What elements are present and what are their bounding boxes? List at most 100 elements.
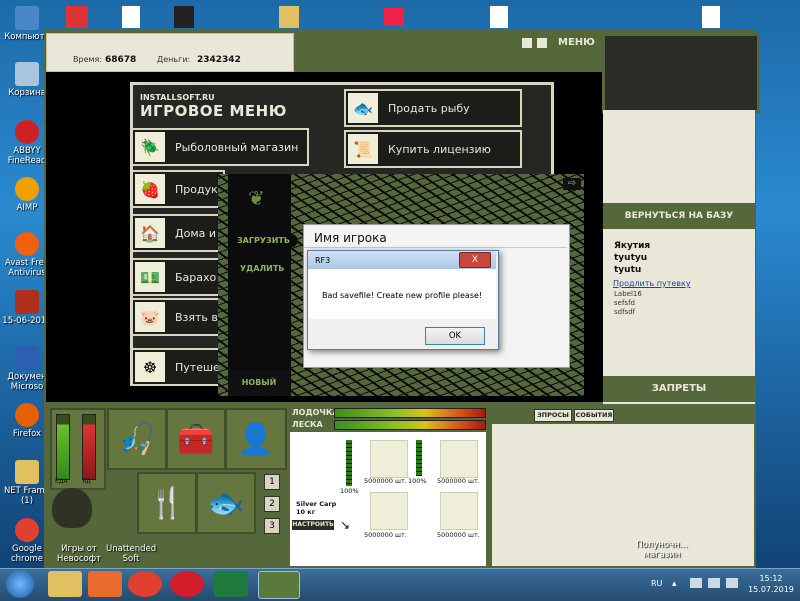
word-document-icon[interactable] bbox=[702, 6, 720, 28]
menu-item-travel[interactable]: ☸ Путеше bbox=[131, 348, 225, 386]
info-line: tyutu bbox=[614, 265, 642, 275]
bans-button[interactable]: ЗАПРЕТЫ bbox=[603, 376, 755, 402]
menu-item-junk[interactable]: 💵 Барахо bbox=[131, 258, 225, 296]
boat-condition-bar bbox=[334, 408, 486, 418]
desktop-icon-label: AIMP bbox=[16, 203, 38, 213]
abbyy-icon bbox=[15, 120, 39, 144]
tray-arrow-icon[interactable]: ▴ bbox=[672, 579, 677, 589]
slot-quantity: 5000000 шт. bbox=[437, 531, 480, 539]
word-document-icon[interactable] bbox=[490, 6, 508, 28]
tab-events[interactable]: СОБЫТИЯ bbox=[574, 409, 614, 422]
tab-requests[interactable]: ЗПРОСЫ bbox=[534, 409, 572, 422]
sound-icon[interactable] bbox=[537, 38, 547, 48]
level-indicator bbox=[416, 440, 422, 476]
menu-item-products[interactable]: 🍓 Продукты bbox=[131, 170, 225, 208]
page-button-2[interactable]: 2 bbox=[264, 496, 280, 512]
fisherman-slot[interactable]: 👤 bbox=[225, 408, 287, 470]
desktop-icon-label: Google chrome bbox=[10, 544, 44, 564]
menu-item-loan[interactable]: 🐷 Взять в bbox=[131, 298, 225, 336]
desktop-icon-nevosoft-games[interactable]: Игры от Невософт bbox=[54, 520, 104, 564]
chrome-taskbar-icon[interactable] bbox=[128, 571, 162, 597]
tackle-box-slot[interactable]: 🧰 bbox=[166, 408, 226, 470]
boat-label: ЛОДОЧКА bbox=[292, 408, 339, 417]
computer-icon bbox=[15, 6, 39, 30]
desktop-icon-unattended-soft[interactable]: Unattended Soft bbox=[106, 520, 156, 564]
fishing-rod-icon: 🎣 bbox=[118, 421, 156, 457]
recycle-bin-icon bbox=[15, 62, 39, 86]
start-button[interactable] bbox=[6, 570, 34, 598]
fishing-rod-slot[interactable]: 🎣 bbox=[107, 408, 167, 470]
archive-icon bbox=[15, 290, 39, 314]
menu-item-sell-fish[interactable]: 🐟 Продать рыбу bbox=[344, 89, 522, 127]
excel-taskbar-icon[interactable] bbox=[214, 571, 248, 597]
menu-item-fishing-shop[interactable]: 🪲 Рыболовный магазин bbox=[131, 128, 309, 166]
piggy-bank-icon: 🐷 bbox=[135, 302, 165, 332]
menu-item-label: Барахо bbox=[175, 270, 217, 284]
clock[interactable]: 15:12 15.07.2019 bbox=[745, 573, 797, 595]
time-label: Время: bbox=[73, 55, 103, 64]
network-icon[interactable] bbox=[690, 578, 702, 588]
bait-slot[interactable] bbox=[370, 492, 408, 530]
game-shortcut-icon[interactable] bbox=[174, 6, 194, 28]
folder-icon[interactable] bbox=[279, 6, 299, 28]
desktop-icon-label: Компьюте bbox=[4, 32, 50, 42]
fish-bag-slot[interactable]: 🐟 bbox=[196, 472, 256, 534]
location-line: Якутия bbox=[614, 241, 651, 251]
flag-icon[interactable] bbox=[726, 578, 738, 588]
close-button[interactable]: X bbox=[459, 252, 491, 268]
opera-taskbar-icon[interactable] bbox=[170, 571, 204, 597]
menu-item-label: Путеше bbox=[175, 360, 220, 374]
app-shortcut-icon[interactable] bbox=[384, 8, 404, 26]
poison-gauge bbox=[82, 414, 96, 480]
fish-name: Silver Carp bbox=[296, 500, 337, 508]
desktop-icon-label: Докумен Microso bbox=[7, 372, 47, 392]
bait-slot[interactable] bbox=[440, 492, 478, 530]
media-player-taskbar-icon[interactable] bbox=[88, 571, 122, 597]
return-to-base-button[interactable]: ВЕРНУТЬСЯ НА БАЗУ bbox=[603, 203, 755, 229]
line-label: ЛЕСКА bbox=[292, 420, 323, 429]
bait-slot[interactable] bbox=[440, 440, 478, 478]
menu-title: ИГРОВОЕ МЕНЮ bbox=[140, 102, 287, 120]
menu-item-houses[interactable]: 🏠 Дома и bbox=[131, 214, 225, 252]
game-taskbar-button[interactable] bbox=[258, 571, 300, 599]
ship-wheel-icon: ☸ bbox=[135, 352, 165, 382]
money-value: 2342342 bbox=[197, 55, 241, 65]
new-profile-button[interactable]: НОВЫЙ bbox=[228, 370, 290, 396]
menu-item-label: Дома и bbox=[175, 226, 217, 240]
menu-item-label: Купить лицензию bbox=[388, 142, 491, 156]
line-tension-bar bbox=[334, 420, 486, 430]
firefox-icon bbox=[15, 403, 39, 427]
language-indicator[interactable]: RU bbox=[651, 579, 662, 588]
load-profile-button[interactable]: ЗАГРУЗИТЬ bbox=[237, 236, 290, 245]
chrome-icon bbox=[15, 518, 39, 542]
desktop-icon-label: Avast Free Antivirus bbox=[4, 258, 50, 278]
food-label: ЕДА bbox=[55, 478, 68, 485]
desktop-icon-label: Firefox bbox=[12, 429, 42, 439]
word-document-icon[interactable] bbox=[122, 6, 140, 28]
delete-profile-button[interactable]: УДАЛИТЬ bbox=[240, 264, 284, 273]
desktop-icon-midnight-store[interactable]: Полуночн... магазин bbox=[632, 540, 692, 560]
desktop-icon-label: Полуночн... магазин bbox=[636, 540, 688, 560]
explorer-taskbar-icon[interactable] bbox=[48, 571, 82, 597]
time-value: 68678 bbox=[105, 55, 137, 65]
aimp-icon bbox=[15, 177, 39, 201]
menu-item-buy-license[interactable]: 📜 Купить лицензию bbox=[344, 130, 522, 168]
page-button-1[interactable]: 1 bbox=[264, 474, 280, 490]
status-bar: Время: 68678 Деньги: 2342342 bbox=[46, 33, 294, 72]
extend-permit-link[interactable]: Продлить путевку bbox=[613, 279, 691, 288]
pdf-icon[interactable] bbox=[66, 6, 88, 28]
info-line: tyutyu bbox=[614, 253, 648, 263]
bait-slot[interactable] bbox=[370, 440, 408, 478]
menu-button[interactable]: МЕНЮ bbox=[558, 37, 595, 48]
error-message: Bad savefile! Create new profile please! bbox=[322, 291, 483, 300]
menu-item-label: Рыболовный магазин bbox=[175, 140, 299, 154]
volume-icon[interactable] bbox=[708, 578, 720, 588]
setup-button[interactable]: НАСТРОИТЬ bbox=[292, 520, 334, 530]
money-label: Деньги: bbox=[157, 55, 191, 64]
menu-item-label: Взять в bbox=[175, 310, 218, 324]
page-button-3[interactable]: 3 bbox=[264, 518, 280, 534]
desktop-icon-label: Корзина bbox=[8, 88, 46, 98]
arrow-right-icon[interactable]: ⇨ bbox=[563, 178, 581, 190]
ok-button[interactable]: OK bbox=[425, 327, 485, 345]
pause-icon[interactable] bbox=[522, 38, 532, 48]
